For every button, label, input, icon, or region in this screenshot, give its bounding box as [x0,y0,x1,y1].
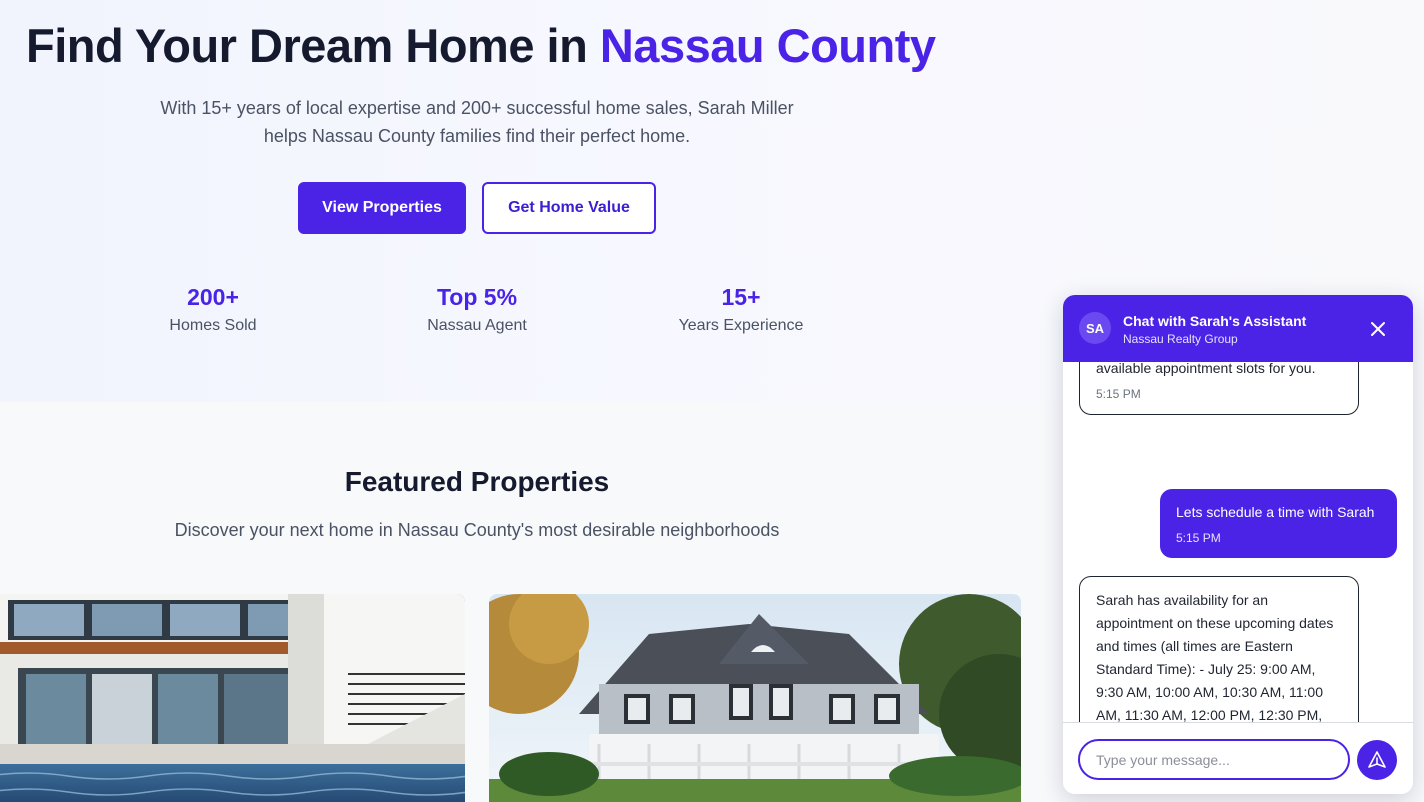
message-text: Lets schedule a time with Sarah [1176,504,1375,520]
chat-subtitle: Nassau Realty Group [1123,332,1238,346]
get-home-value-button[interactable]: Get Home Value [482,182,656,234]
featured-title: Featured Properties [344,466,610,497]
hero-title-accent: Nassau County [599,19,936,72]
send-button[interactable] [1357,740,1397,780]
send-icon [1368,751,1386,768]
chat-message-input[interactable] [1078,739,1350,780]
stat-value: Top 5% [436,284,518,310]
hero-subtitle: With 15+ years of local expertise and 20… [160,98,794,146]
close-icon[interactable] [1368,319,1388,339]
chat-message-list[interactable]: Would you like to take the next steps? I… [1063,362,1413,722]
property-card-shingle[interactable] [489,594,1021,802]
avatar: SA [1079,312,1111,344]
stat-value: 15+ [721,284,761,310]
stat-top-agent: Top 5% Nassau Agent [367,284,587,335]
stat-label: Homes Sold [169,317,257,334]
property-photo-modern [0,594,465,802]
chat-header: SA Chat with Sarah's Assistant Nassau Re… [1063,295,1413,362]
chat-widget: SA Chat with Sarah's Assistant Nassau Re… [1063,295,1413,794]
stat-homes-sold: 200+ Homes Sold [103,284,323,335]
message-text: Sarah has availability for an appointmen… [1096,592,1334,722]
message-time: 5:15 PM [1096,387,1141,401]
message-text: Would you like to take the next steps? I… [1096,362,1316,376]
stat-years-experience: 15+ Years Experience [631,284,851,335]
stat-label: Nassau Agent [427,317,527,334]
stat-value: 200+ [187,284,239,310]
chat-title: Chat with Sarah's Assistant [1123,313,1307,329]
hero-title: Find Your Dream Home in Nassau County [26,18,936,73]
chat-input-bar [1063,722,1413,794]
property-card-modern[interactable] [0,594,465,802]
property-photo-shingle [489,594,1021,802]
chat-message-assistant: Sarah has availability for an appointmen… [1079,576,1359,722]
chat-message-assistant: Would you like to take the next steps? I… [1079,362,1359,415]
hero-title-main: Find Your Dream Home in [26,19,600,72]
stat-label: Years Experience [678,317,804,334]
message-time: 5:15 PM [1176,531,1221,545]
featured-subtitle: Discover your next home in Nassau County… [174,520,780,540]
view-properties-button[interactable]: View Properties [298,182,466,234]
chat-message-user: Lets schedule a time with Sarah 5:15 PM [1160,489,1397,558]
